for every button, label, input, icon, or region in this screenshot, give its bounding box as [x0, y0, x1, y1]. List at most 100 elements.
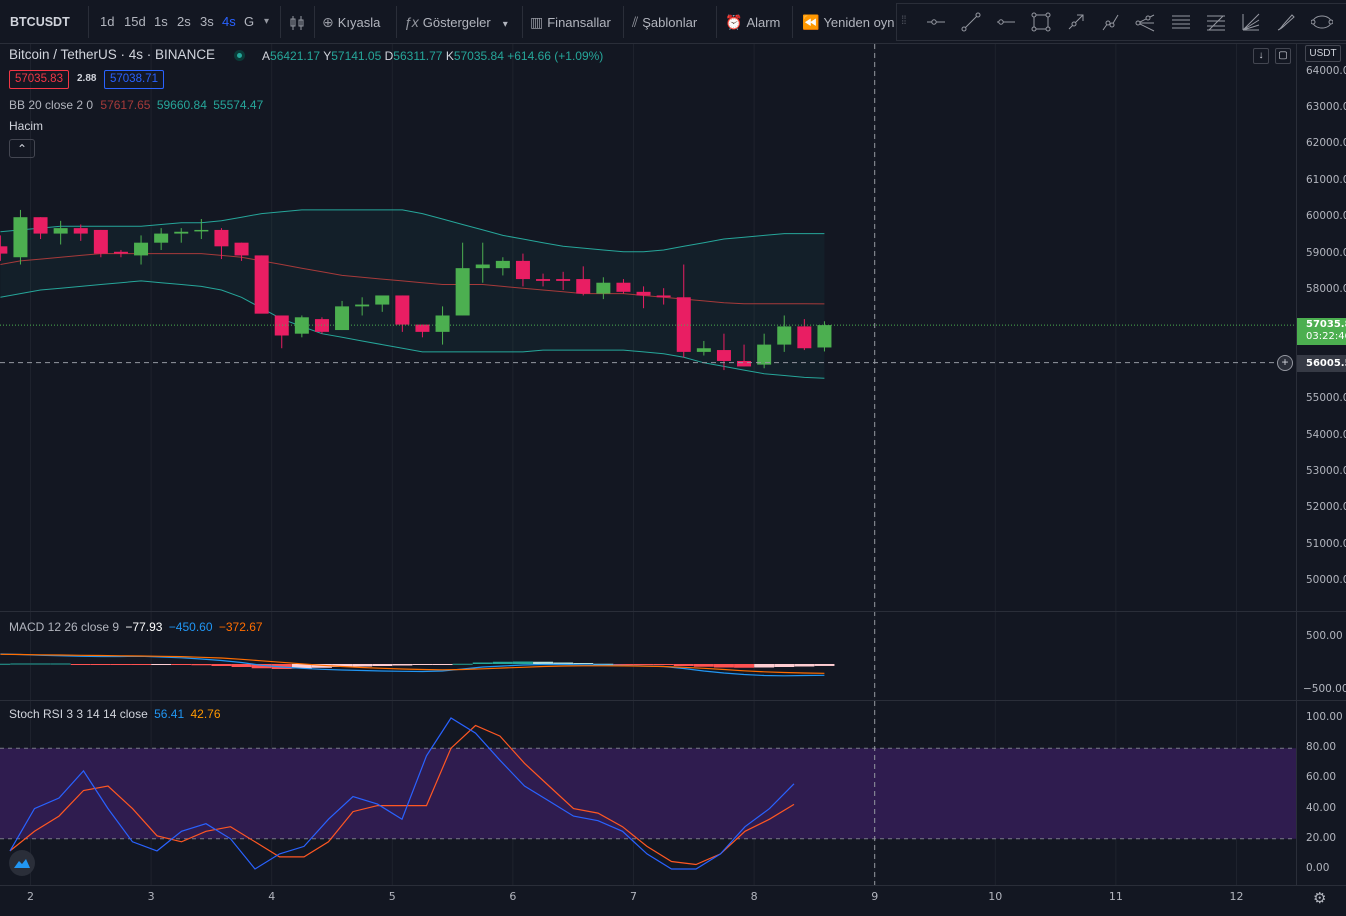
candle-body[interactable] [656, 295, 671, 298]
candle-body[interactable] [636, 291, 651, 296]
chart-type-candles-icon[interactable] [288, 0, 306, 44]
candle-body[interactable] [415, 324, 430, 332]
candle-body[interactable] [254, 255, 269, 314]
horizontal-ray-icon[interactable] [919, 4, 953, 40]
sell-price-button[interactable]: 57035.83 [9, 70, 69, 89]
candle-body[interactable] [0, 246, 8, 254]
collapse-legend-button[interactable]: ⌃ [9, 139, 35, 158]
candle-body[interactable] [375, 295, 390, 305]
compare-button[interactable]: ⊕ Kıyasla [322, 0, 380, 44]
pane-divider[interactable] [0, 611, 1346, 612]
interval-g[interactable]: G [244, 0, 254, 44]
pane-divider[interactable] [0, 700, 1346, 701]
candle-body[interactable] [214, 229, 229, 247]
symbol-search[interactable]: BTCUSDT [10, 0, 70, 44]
interval-3s[interactable]: 3s [200, 0, 214, 44]
maximize-icon[interactable]: ▢ [1275, 48, 1291, 64]
interval-1d[interactable]: 1d [100, 0, 114, 44]
drag-handle-icon[interactable]: ⁞⁞ [901, 13, 907, 27]
tradingview-logo-icon[interactable] [9, 850, 35, 876]
candle-body[interactable] [556, 279, 571, 281]
candle-body[interactable] [113, 251, 128, 254]
candle-body[interactable] [154, 233, 169, 243]
candle-body[interactable] [194, 229, 209, 232]
arrow-down-icon[interactable]: ↓ [1253, 48, 1269, 64]
candle-body[interactable] [33, 217, 48, 234]
market-status-icon[interactable] [234, 50, 245, 61]
candle-body[interactable] [53, 228, 68, 234]
macd-histogram-bar [492, 661, 513, 664]
ohlc-values: A56421.17 Y57141.05 D56311.77 K57035.84 … [262, 49, 604, 63]
separator [623, 6, 624, 38]
separator [792, 6, 793, 38]
replay-button[interactable]: ⏪ Yeniden oyna [802, 0, 894, 44]
candle-body[interactable] [395, 295, 410, 325]
arrow-icon[interactable] [1059, 4, 1093, 40]
stoch-rsi-pane[interactable] [0, 717, 1296, 870]
time-tick-label: 11 [1108, 890, 1123, 903]
candle-body[interactable] [13, 217, 28, 258]
volume-legend[interactable]: Hacim [9, 119, 43, 133]
horizontal-line-icon[interactable] [989, 4, 1023, 40]
time-tick-label: 8 [750, 890, 758, 903]
candle-body[interactable] [435, 315, 450, 332]
candle-body[interactable] [495, 260, 510, 269]
interval-1s[interactable]: 1s [154, 0, 168, 44]
ellipse-icon[interactable] [1305, 4, 1339, 40]
candle-body[interactable] [174, 231, 189, 234]
candle-body[interactable] [355, 304, 370, 307]
candle-body[interactable] [676, 297, 691, 352]
price-tick-label: 59000.00 [1306, 246, 1346, 259]
settings-gear-icon[interactable]: ⚙ [1313, 889, 1326, 907]
candle-body[interactable] [696, 348, 711, 352]
candle-body[interactable] [716, 350, 731, 361]
financials-button[interactable]: ▥ Finansallar [530, 0, 611, 44]
trend-line-icon[interactable] [954, 4, 988, 40]
candle-body[interactable] [576, 279, 591, 294]
candle-body[interactable] [335, 306, 350, 331]
macd-pane[interactable] [0, 653, 835, 677]
candle-body[interactable] [757, 344, 772, 365]
candle-body[interactable] [817, 325, 832, 348]
candle-body[interactable] [536, 279, 551, 281]
candle-body[interactable] [73, 228, 88, 234]
candle-body[interactable] [93, 229, 108, 254]
add-alert-plus-icon[interactable]: + [1277, 355, 1293, 371]
price-tick-label: 54000.00 [1306, 428, 1346, 441]
path-icon[interactable] [1094, 4, 1128, 40]
rectangle-icon[interactable] [1024, 4, 1058, 40]
macd-legend[interactable]: MACD 12 26 close 9 −77.93 −450.60 −372.6… [9, 620, 263, 634]
buy-price-button[interactable]: 57038.71 [104, 70, 164, 89]
pitchfork-icon[interactable] [1129, 4, 1163, 40]
candle-body[interactable] [515, 260, 530, 280]
macd-histogram-bar [191, 664, 212, 666]
currency-button[interactable]: USDT [1305, 45, 1341, 62]
symbol-title[interactable]: Bitcoin / TetherUS · 4s · BINANCE [9, 47, 215, 62]
candle-body[interactable] [737, 360, 752, 367]
candle-body[interactable] [596, 282, 611, 294]
macd-histogram-bar [734, 664, 755, 668]
candle-body[interactable] [234, 242, 249, 256]
candle-body[interactable] [475, 264, 490, 269]
candle-body[interactable] [777, 326, 792, 345]
candle-body[interactable] [616, 282, 631, 292]
interval-15d[interactable]: 15d [124, 0, 146, 44]
macd-histogram-bar [392, 664, 413, 666]
interval-dropdown-icon[interactable]: ▾ [264, 0, 269, 44]
macd-histogram-bar [110, 664, 131, 665]
chart-area[interactable] [0, 44, 1346, 916]
brush-icon[interactable] [1269, 4, 1303, 40]
interval-2s[interactable]: 2s [177, 0, 191, 44]
parallel-channel-icon[interactable] [1164, 4, 1198, 40]
indicators-button[interactable]: ƒx Göstergeler ▾ [404, 0, 508, 44]
alarm-button[interactable]: ⏰ Alarm [725, 0, 780, 44]
templates-button[interactable]: ⫽ Şablonlar [632, 0, 697, 44]
interval-4s-active[interactable]: 4s [222, 0, 236, 44]
fib-retracement-icon[interactable] [1199, 4, 1233, 40]
gann-fan-icon[interactable] [1234, 4, 1268, 40]
stoch-legend[interactable]: Stoch RSI 3 3 14 14 close 56.41 42.76 [9, 707, 221, 721]
candle-body[interactable] [455, 268, 470, 316]
candle-body[interactable] [797, 326, 812, 349]
bb-legend[interactable]: BB 20 close 2 0 57617.65 59660.84 55574.… [9, 98, 263, 112]
candle-body[interactable] [134, 242, 149, 256]
